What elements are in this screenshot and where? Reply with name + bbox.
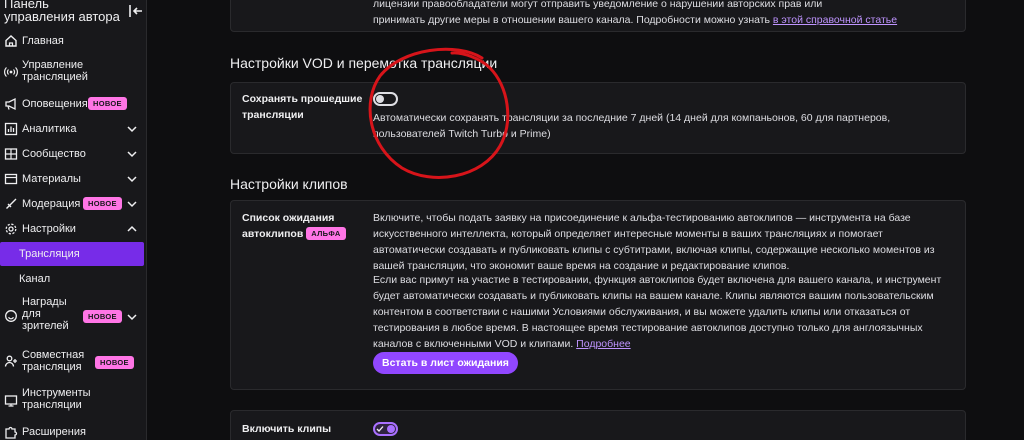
sidebar-item-stream-tools[interactable]: Инструменты трансляции — [0, 386, 146, 414]
sidebar-item-label: Награды для зрителей — [22, 296, 69, 332]
collapse-sidebar-icon[interactable] — [128, 3, 144, 19]
sidebar-item-community[interactable]: Сообщество — [0, 146, 146, 162]
checkmark-icon — [376, 426, 384, 432]
sidebar-item-settings[interactable]: Настройки — [0, 221, 146, 237]
new-badge: НОВОЕ — [83, 310, 122, 323]
home-icon — [5, 35, 17, 47]
chevron-down-icon — [127, 151, 137, 158]
chevron-down-icon — [127, 314, 137, 321]
sidebar-item-label: Сообщество — [22, 148, 86, 160]
chevron-down-icon — [127, 176, 137, 183]
broadcast-icon — [4, 67, 18, 77]
autoclips-waitlist-label: Список ожидания автоклипов АЛЬФА — [242, 210, 370, 242]
autoclips-paragraph-2: Если вас примут на участие в тестировани… — [373, 272, 953, 352]
copyright-info-line2-text: принимать другие меры в отношении вашего… — [373, 14, 773, 26]
clips-section-title: Настройки клипов — [230, 176, 348, 192]
content-icon — [4, 173, 18, 185]
sidebar-subitem-label: Трансляция — [19, 248, 80, 260]
autoclips-waitlist-card: Список ожидания автоклипов АЛЬФА Включите… — [230, 200, 966, 390]
sidebar-subitem-channel[interactable]: Канал — [0, 270, 146, 288]
sidebar-item-label: Оповещения — [22, 98, 88, 110]
alpha-badge: АЛЬФА — [306, 227, 346, 240]
sidebar-item-label: Модерация — [22, 198, 81, 210]
megaphone-icon — [5, 97, 16, 111]
enable-clips-toggle[interactable] — [373, 422, 398, 436]
new-badge: НОВОЕ — [95, 356, 134, 369]
sidebar-item-extensions[interactable]: Расширения — [0, 424, 146, 440]
settings-content: лицензии правообладатели могут отправить… — [148, 0, 1024, 440]
save-past-broadcasts-label: Сохранять прошедшие трансляции — [242, 93, 363, 121]
sidebar-item-label: Инструменты трансляции — [22, 387, 91, 411]
community-icon — [4, 148, 18, 160]
vod-settings-card: Сохранять прошедшие трансляции Автоматич… — [230, 82, 966, 154]
learn-more-link[interactable]: Подробнее — [576, 338, 630, 350]
new-badge: НОВОЕ — [83, 197, 122, 210]
sidebar-item-label: Совместная трансляция — [22, 349, 85, 373]
sidebar-item-label: Настройки — [22, 223, 76, 235]
sidebar-subitem-stream[interactable]: Трансляция — [0, 242, 144, 266]
sidebar: Панель управления автора Главная Управле… — [0, 0, 147, 440]
join-waitlist-button[interactable]: Встать в лист ожидания — [373, 352, 518, 374]
save-past-broadcasts-toggle[interactable] — [373, 92, 398, 106]
puzzle-icon — [5, 426, 18, 439]
chevron-down-icon — [127, 126, 137, 133]
new-badge: НОВОЕ — [88, 97, 127, 110]
sidebar-item-label: Управление трансляцией — [22, 59, 88, 83]
autoclips-paragraph-1: Включите, чтобы подать заявку на присоед… — [373, 212, 935, 272]
copyright-info-card: лицензии правообладатели могут отправить… — [230, 0, 966, 32]
sword-icon — [6, 198, 17, 209]
enable-clips-card: Включить клипы — [230, 410, 966, 440]
sidebar-header: Панель управления автора — [4, 0, 144, 27]
sidebar-item-collab-stream[interactable]: Совместная трансляция НОВОЕ — [0, 348, 146, 376]
autoclips-paragraph-2-text: Если вас примут на участие в тестировани… — [373, 274, 942, 350]
sidebar-item-label: Материалы — [22, 173, 81, 185]
chevron-up-icon — [127, 225, 137, 232]
vod-section-title: Настройки VOD и перемотка трансляции — [230, 55, 498, 71]
analytics-icon — [4, 122, 18, 136]
sidebar-item-viewer-rewards[interactable]: Награды для зрителей НОВОЕ — [0, 295, 146, 335]
copyright-info-line2: принимать другие меры в отношении вашего… — [373, 12, 953, 28]
add-person-icon — [4, 355, 17, 367]
smiley-icon — [5, 310, 17, 322]
sidebar-item-label: Главная — [22, 35, 64, 47]
chevron-down-icon — [127, 201, 137, 208]
sidebar-item-analytics[interactable]: Аналитика — [0, 121, 146, 137]
sidebar-item-content[interactable]: Материалы — [0, 171, 146, 187]
tools-icon — [4, 395, 18, 407]
gear-icon — [5, 223, 17, 235]
sidebar-item-home[interactable]: Главная — [0, 33, 146, 49]
save-past-broadcasts-description: Автоматически сохранять трансляции за по… — [373, 112, 891, 140]
sidebar-item-alerts[interactable]: Оповещения НОВОЕ — [0, 96, 146, 112]
toggle-knob — [376, 95, 384, 103]
copyright-info-line1: лицензии правообладатели могут отправить… — [373, 0, 823, 10]
enable-clips-label: Включить клипы — [242, 423, 332, 435]
sidebar-item-stream-manager[interactable]: Управление трансляцией — [0, 58, 146, 86]
sidebar-item-label: Расширения — [22, 426, 86, 438]
sidebar-item-label: Аналитика — [22, 123, 77, 135]
sidebar-item-moderation[interactable]: Модерация НОВОЕ — [0, 196, 146, 212]
toggle-knob — [387, 425, 395, 433]
help-article-link[interactable]: в этой справочной статье — [773, 14, 897, 26]
sidebar-subitem-label: Канал — [19, 273, 51, 285]
copyright-info-text: лицензии правообладатели могут отправить… — [373, 0, 953, 28]
sidebar-title: Панель управления автора — [4, 0, 120, 24]
creator-dashboard: Панель управления автора Главная Управле… — [0, 0, 1024, 440]
